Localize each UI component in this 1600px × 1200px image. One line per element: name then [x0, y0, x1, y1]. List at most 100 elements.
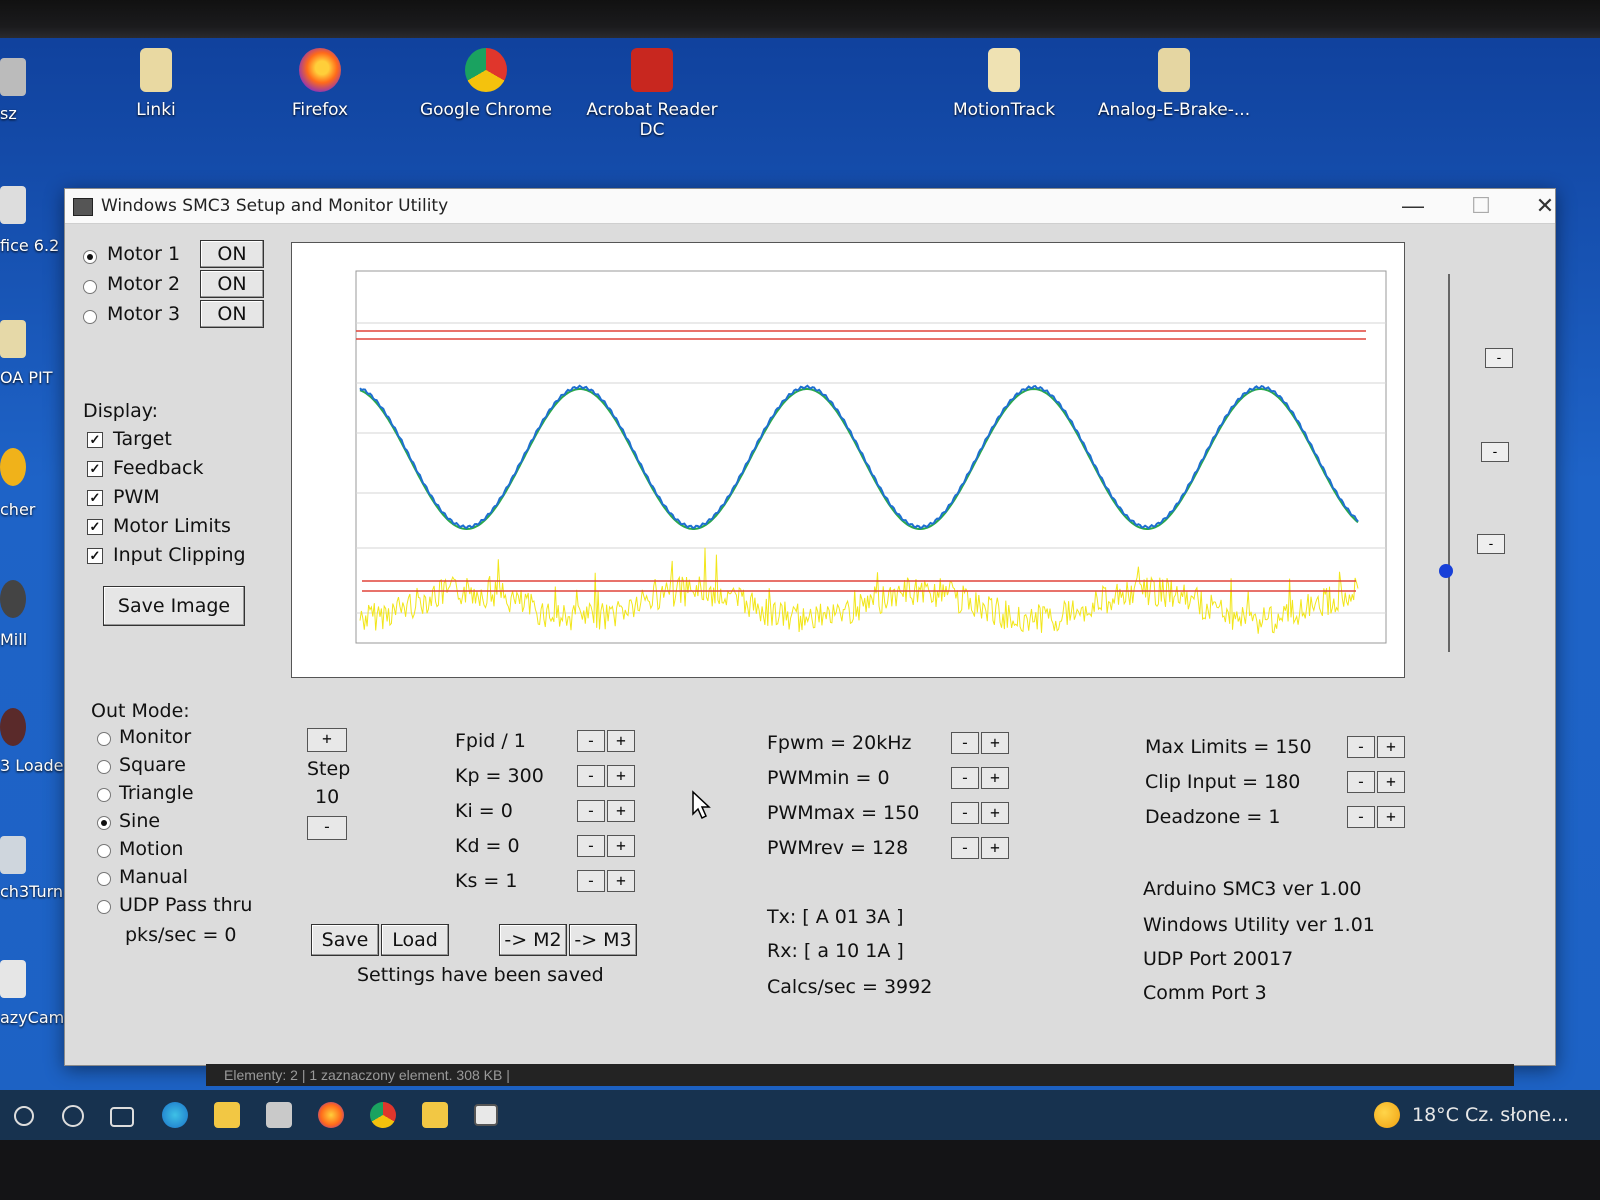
title-bar[interactable]: Windows SMC3 Setup and Monitor Utility —… [65, 189, 1555, 224]
folder-taskbar-icon[interactable] [422, 1102, 448, 1128]
ki-label: Ki = 0 [455, 800, 513, 822]
desktop-icon-acrobat[interactable]: Acrobat Reader DC [572, 48, 732, 140]
edge-icon[interactable] [162, 1102, 188, 1128]
ki-minus-button[interactable]: - [577, 800, 605, 822]
desktop-icon-analog-e-brake[interactable]: Analog-E-Brake-... [1094, 48, 1254, 120]
ks-label: Ks = 1 [455, 870, 518, 892]
file-explorer-icon[interactable] [214, 1102, 240, 1128]
task-view-icon[interactable] [110, 1107, 134, 1127]
motion-radio[interactable] [97, 844, 111, 858]
kp-minus-button[interactable]: - [577, 765, 605, 787]
fpwm-minus-button[interactable]: - [951, 732, 979, 754]
save-button[interactable]: Save [311, 924, 379, 956]
desktop-icon-firefox[interactable]: Firefox [240, 48, 400, 120]
motor-1-on-button[interactable]: ON [200, 240, 264, 268]
max-limits-minus-button[interactable]: - [1347, 736, 1375, 758]
chrome-taskbar-icon[interactable] [370, 1102, 396, 1128]
desktop-icon-label[interactable]: 3 Loader [0, 756, 70, 775]
firefox-taskbar-icon[interactable] [318, 1102, 344, 1128]
app-icon [0, 448, 26, 486]
mouse-cursor-icon [692, 790, 711, 820]
fpid-plus-button[interactable]: + [607, 730, 635, 752]
display-heading: Display: [83, 400, 159, 422]
desktop-icon-motiontrack[interactable]: MotionTrack [924, 48, 1084, 120]
pwmmin-minus-button[interactable]: - [951, 767, 979, 789]
ks-plus-button[interactable]: + [607, 870, 635, 892]
store-icon[interactable] [266, 1102, 292, 1128]
step-plus-button[interactable]: + [307, 728, 347, 752]
desktop-icon-chrome[interactable]: Google Chrome [406, 48, 566, 120]
clip-input-plus-button[interactable]: + [1377, 771, 1405, 793]
motion-label: Motion [119, 838, 184, 860]
udp-pass-thru-radio[interactable] [97, 900, 111, 914]
kd-plus-button[interactable]: + [607, 835, 635, 857]
step-minus-button[interactable]: - [307, 816, 347, 840]
fpid-minus-button[interactable]: - [577, 730, 605, 752]
desktop-icon-label[interactable]: cher [0, 500, 35, 519]
fpwm-plus-button[interactable]: + [981, 732, 1009, 754]
feedback-checkbox[interactable]: ✓ [87, 461, 103, 477]
app-icon [0, 580, 26, 618]
motor-2-radio[interactable] [83, 280, 97, 294]
desktop-icon-label[interactable]: fice 6.2 [0, 236, 59, 255]
pwmrev-minus-button[interactable]: - [951, 837, 979, 859]
motor-limits-checkbox[interactable]: ✓ [87, 519, 103, 535]
motor-2-on-button[interactable]: ON [200, 270, 264, 298]
search-icon[interactable] [14, 1106, 34, 1126]
square-radio[interactable] [97, 760, 111, 774]
motor-3-radio[interactable] [83, 310, 97, 324]
save-image-button[interactable]: Save Image [103, 586, 245, 626]
target-checkbox[interactable]: ✓ [87, 432, 103, 448]
desktop-icon-label[interactable]: ch3Turn [0, 882, 63, 901]
app-icon [0, 708, 26, 746]
max-limits-plus-button[interactable]: + [1377, 736, 1405, 758]
desktop-icon-label: Firefox [291, 100, 349, 120]
desktop-icon-label[interactable]: sz [0, 104, 17, 123]
manual-radio[interactable] [97, 872, 111, 886]
settings-saved-message: Settings have been saved [357, 964, 604, 986]
udp-pass-thru-label: UDP Pass thru [119, 894, 253, 916]
vertical-slider-track[interactable] [1448, 274, 1450, 652]
clip-input-minus-button[interactable]: - [1347, 771, 1375, 793]
load-button[interactable]: Load [381, 924, 449, 956]
pwmmax-minus-button[interactable]: - [951, 802, 979, 824]
motor-1-radio[interactable] [83, 250, 97, 264]
cortana-icon[interactable] [62, 1105, 84, 1127]
smc3-taskbar-icon[interactable] [474, 1104, 498, 1126]
vertical-slider-knob[interactable] [1439, 564, 1453, 578]
deadzone-plus-button[interactable]: + [1377, 806, 1405, 828]
desktop-icon-label[interactable]: Mill [0, 630, 27, 649]
monitor-radio[interactable] [97, 732, 111, 746]
pwmrev-plus-button[interactable]: + [981, 837, 1009, 859]
side-minus-button-1[interactable]: - [1485, 348, 1513, 368]
side-minus-button-2[interactable]: - [1481, 442, 1509, 462]
step-value: 10 [315, 786, 340, 808]
triangle-radio[interactable] [97, 788, 111, 802]
maximize-button[interactable]: ☐ [1451, 189, 1511, 223]
copy-to-m2-button[interactable]: -> M2 [499, 924, 567, 956]
motor-3-on-button[interactable]: ON [200, 300, 264, 328]
comm-port: Comm Port 3 [1143, 982, 1267, 1004]
side-minus-button-3[interactable]: - [1477, 534, 1505, 554]
kp-plus-button[interactable]: + [607, 765, 635, 787]
kd-minus-button[interactable]: - [577, 835, 605, 857]
ks-minus-button[interactable]: - [577, 870, 605, 892]
desktop-icon-linki[interactable]: Linki [76, 48, 236, 120]
deadzone-minus-button[interactable]: - [1347, 806, 1375, 828]
desktop-icon-label[interactable]: OA PIT [0, 368, 52, 387]
acrobat-icon [631, 48, 673, 92]
desktop-icon-label[interactable]: azyCam [0, 1008, 64, 1027]
sine-radio[interactable] [97, 816, 111, 830]
pwmmax-plus-button[interactable]: + [981, 802, 1009, 824]
weather-icon[interactable] [1374, 1102, 1400, 1128]
pwmmin-plus-button[interactable]: + [981, 767, 1009, 789]
copy-to-m3-button[interactable]: -> M3 [569, 924, 637, 956]
minimize-button[interactable]: — [1383, 189, 1443, 223]
desktop-icon [0, 58, 26, 96]
weather-readout[interactable]: 18°C Cz. słone... [1412, 1104, 1569, 1126]
close-button[interactable]: ✕ [1515, 189, 1575, 223]
input-clipping-checkbox[interactable]: ✓ [87, 548, 103, 564]
pwm-checkbox[interactable]: ✓ [87, 490, 103, 506]
ki-plus-button[interactable]: + [607, 800, 635, 822]
desktop-icon-label: Acrobat Reader DC [586, 100, 718, 140]
